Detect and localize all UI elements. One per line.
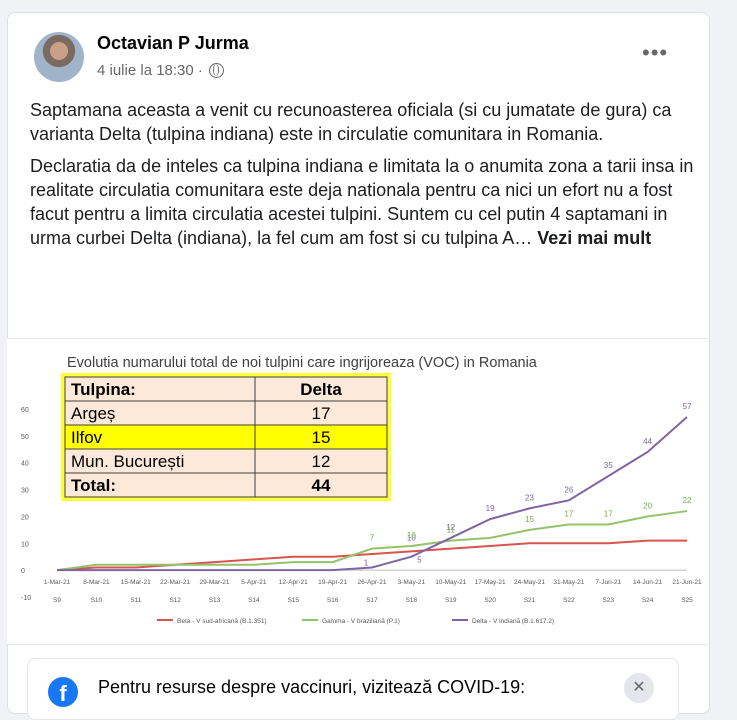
- data-label: 20: [643, 501, 652, 510]
- data-label: 23: [525, 493, 534, 502]
- post-paragraph-2: Declaratia da de inteles ca tulpina indi…: [30, 154, 695, 250]
- inset-table-value: 17: [312, 404, 331, 423]
- data-label: 17: [604, 509, 613, 518]
- x-secondary-tick-label: S9: [53, 597, 61, 604]
- y-tick-label: 0: [21, 568, 25, 575]
- x-secondary-tick-label: S17: [366, 597, 378, 604]
- x-tick-label: 22-Mar-21: [160, 579, 190, 586]
- inset-table-value: 15: [312, 428, 331, 447]
- x-secondary-tick-label: S24: [642, 597, 654, 604]
- x-secondary-tick-label: S11: [130, 597, 141, 604]
- x-secondary-tick-label: S10: [91, 597, 103, 604]
- inset-table-value: Delta: [300, 380, 342, 399]
- data-label: 26: [564, 485, 573, 494]
- data-label: 19: [486, 504, 495, 513]
- chart-title: Evolutia numarului total de noi tulpini …: [67, 355, 538, 371]
- y-tick-label: -10: [21, 595, 31, 602]
- inset-table-value: 44: [312, 476, 331, 495]
- x-tick-label: 1-Mar-21: [44, 579, 71, 586]
- x-secondary-tick-label: S18: [406, 597, 418, 604]
- x-tick-label: 26-Apr-21: [358, 579, 387, 586]
- data-label: 7: [370, 534, 375, 543]
- globe-icon: [208, 63, 224, 78]
- data-label: 10: [407, 531, 416, 540]
- x-tick-label: 21-Jun-21: [672, 579, 702, 586]
- inset-table-label: Total:: [71, 476, 116, 495]
- data-label: 17: [564, 509, 573, 518]
- more-options-icon[interactable]: •••: [642, 40, 668, 66]
- x-tick-label: 3-May-21: [398, 579, 426, 586]
- x-secondary-tick-label: S13: [209, 597, 221, 604]
- legend-entry: Delta - V indiană (B.1.617.2): [472, 618, 554, 625]
- y-tick-label: 60: [21, 407, 29, 414]
- post-text: Saptamana aceasta a venit cu recunoaster…: [30, 98, 695, 258]
- covid-resources-banner[interactable]: f Pentru resurse despre vaccinuri, vizit…: [27, 658, 679, 720]
- inset-table-value: 12: [312, 452, 331, 471]
- x-tick-label: 5-Apr-21: [241, 579, 267, 586]
- voc-chart: Evolutia numarului total de noi tulpini …: [21, 355, 702, 625]
- x-tick-label: 10-May-21: [435, 579, 466, 586]
- x-secondary-tick-label: S20: [484, 597, 496, 604]
- facebook-icon: f: [48, 677, 78, 707]
- data-label: 15: [525, 515, 534, 524]
- x-tick-label: 15-Mar-21: [121, 579, 151, 586]
- legend-entry: Beta - V sud-africană (B.1.351): [177, 618, 267, 625]
- inset-table-label: Argeș: [71, 404, 115, 423]
- x-secondary-tick-label: S23: [602, 597, 614, 604]
- legend-entry: Gamma - V braziliană (P.1): [322, 618, 400, 625]
- x-secondary-tick-label: S16: [327, 597, 339, 604]
- x-tick-label: 24-May-21: [514, 579, 545, 586]
- x-tick-label: 19-Apr-21: [318, 579, 347, 586]
- data-label: 22: [683, 496, 692, 505]
- y-tick-label: 40: [21, 461, 29, 468]
- y-tick-label: 10: [21, 541, 29, 548]
- y-tick-label: 20: [21, 514, 29, 521]
- x-secondary-tick-label: S15: [287, 597, 299, 604]
- x-secondary-tick-label: S19: [445, 597, 457, 604]
- post-paragraph-1: Saptamana aceasta a venit cu recunoaster…: [30, 100, 672, 144]
- data-label: 5: [417, 556, 422, 565]
- x-secondary-tick-label: S14: [248, 597, 260, 604]
- banner-text: Pentru resurse despre vaccinuri, vizitea…: [98, 677, 526, 697]
- x-tick-label: 14-Jun-21: [633, 579, 663, 586]
- inset-table-label: Tulpina:: [71, 380, 136, 399]
- x-secondary-tick-label: S12: [169, 597, 181, 604]
- data-label: 44: [643, 437, 652, 446]
- data-label: 11: [447, 526, 456, 535]
- x-tick-label: 8-Mar-21: [83, 579, 110, 586]
- x-tick-label: 17-May-21: [475, 579, 506, 586]
- author-name[interactable]: Octavian P Jurma: [97, 33, 249, 54]
- x-tick-label: 12-Apr-21: [279, 579, 308, 586]
- close-icon[interactable]: ✕: [624, 673, 654, 703]
- inset-table-label: Ilfov: [71, 428, 103, 447]
- author-avatar[interactable]: [34, 32, 84, 82]
- post-meta: 4 iulie la 18:30 ·: [97, 62, 224, 79]
- x-tick-label: 7-Jun-21: [595, 579, 621, 586]
- x-secondary-tick-label: S25: [681, 597, 693, 604]
- y-tick-label: 50: [21, 434, 29, 441]
- data-label: 1: [364, 558, 369, 567]
- x-tick-label: 29-Mar-21: [200, 579, 230, 586]
- data-label: 57: [683, 402, 692, 411]
- post-date[interactable]: 4 iulie la 18:30 ·: [97, 62, 203, 79]
- x-tick-label: 31-May-21: [553, 579, 584, 586]
- chart-image[interactable]: Evolutia numarului total de noi tulpini …: [7, 338, 708, 645]
- data-label: 35: [604, 461, 613, 470]
- y-tick-label: 30: [21, 488, 29, 495]
- inset-table-label: Mun. București: [71, 452, 184, 471]
- x-secondary-tick-label: S21: [524, 597, 536, 604]
- x-secondary-tick-label: S22: [563, 597, 575, 604]
- see-more-link[interactable]: Vezi mai mult: [537, 228, 651, 248]
